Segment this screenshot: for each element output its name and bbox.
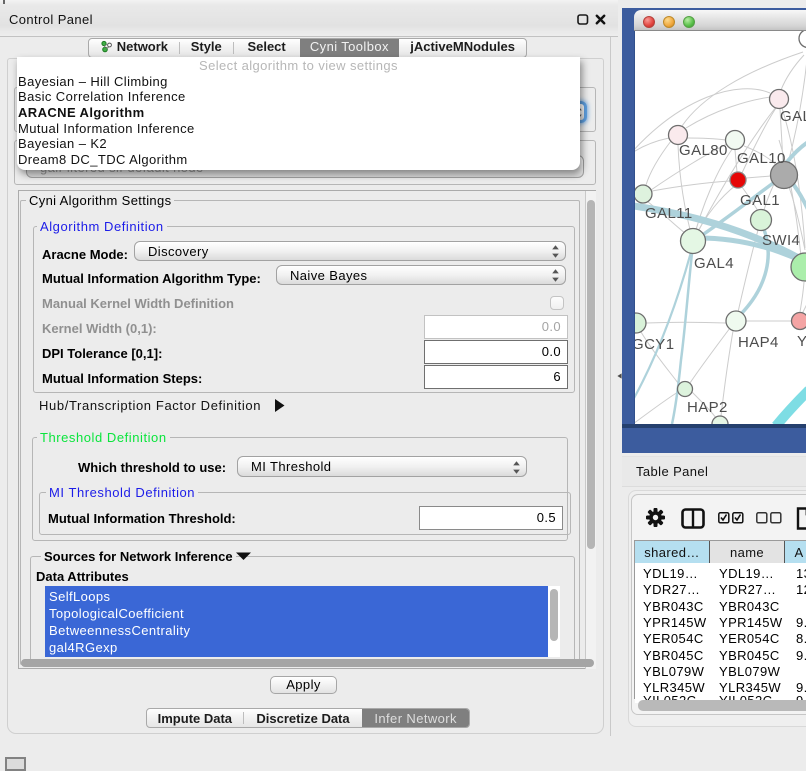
svg-text:GAL8: GAL8 <box>780 108 806 125</box>
svg-text:HAP2: HAP2 <box>687 399 728 416</box>
svg-text:GAL4: GAL4 <box>694 255 734 272</box>
svg-text:GAL10: GAL10 <box>737 150 786 167</box>
svg-text:SWI4: SWI4 <box>762 232 800 249</box>
svg-text:GAL1: GAL1 <box>740 192 780 209</box>
svg-text:GCY1: GCY1 <box>635 336 674 353</box>
svg-text:GAL11: GAL11 <box>645 205 693 222</box>
svg-text:Y: Y <box>797 333 806 350</box>
svg-text:GAL80: GAL80 <box>679 142 728 159</box>
svg-text:HAP4: HAP4 <box>738 334 779 351</box>
